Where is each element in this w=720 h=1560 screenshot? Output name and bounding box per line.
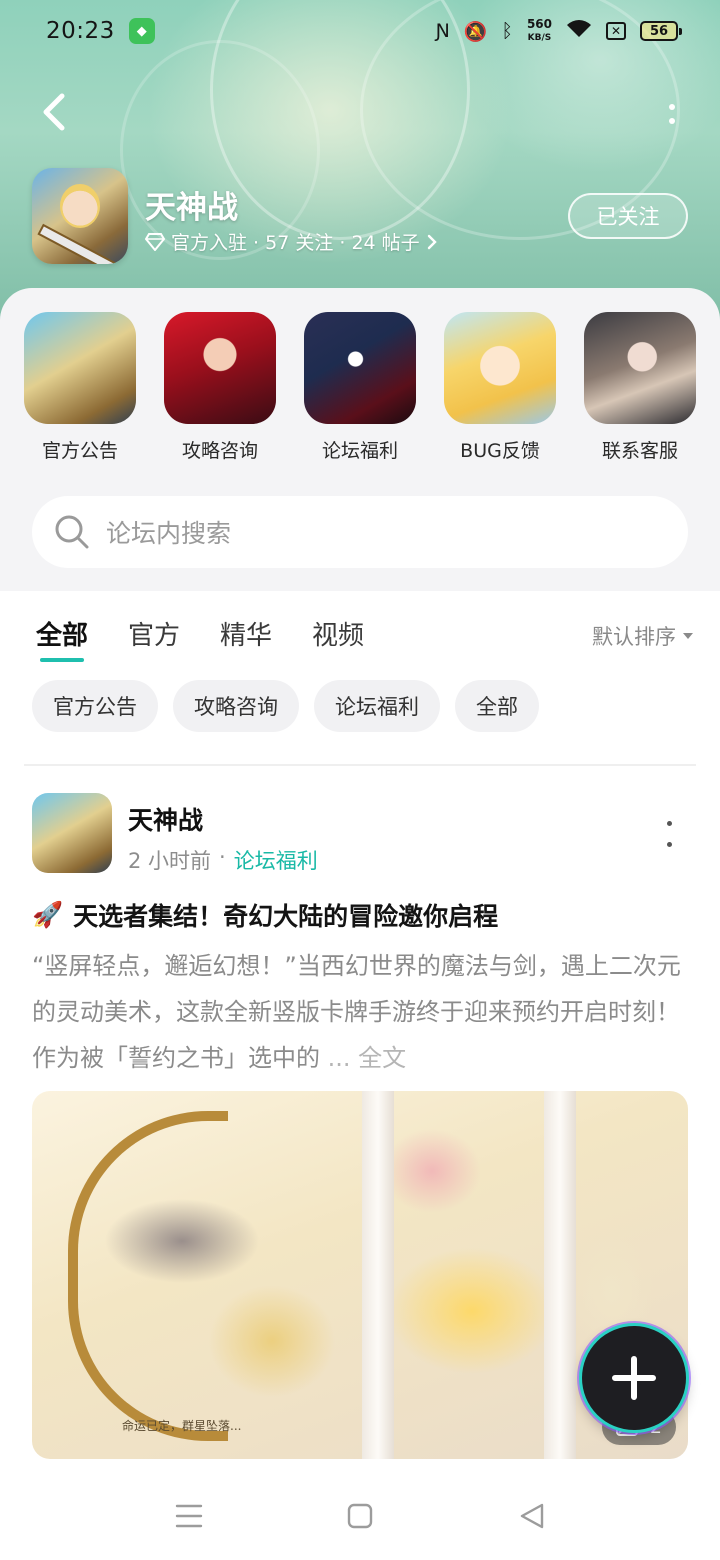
wifi-icon: [566, 19, 592, 44]
home-square-icon: [347, 1503, 373, 1529]
category-label: 联系客服: [601, 440, 678, 462]
net-speed-value: 560: [526, 17, 552, 31]
chip-official-announcement[interactable]: 官方公告: [32, 680, 158, 732]
category-thumbnail: [304, 312, 416, 424]
avatar-art: [40, 226, 124, 264]
post-image-art: [544, 1091, 576, 1459]
category-forum-benefits[interactable]: 论坛福利: [304, 312, 416, 463]
more-icon: [666, 821, 672, 826]
menu-icon: [175, 1504, 203, 1528]
forum-meta-link[interactable]: 官方入驻 · 57 关注 · 24 帖子: [145, 228, 438, 255]
more-icon: [669, 118, 675, 124]
post-excerpt[interactable]: “竖屏轻点，邂逅幻想！”当西幻世界的魔法与剑，遇上二次元的灵动美术，这款全新竖版…: [32, 943, 688, 1081]
read-more-link[interactable]: ... 全文: [328, 1044, 407, 1072]
category-official-announcement[interactable]: 官方公告: [24, 312, 136, 463]
category-label: 攻略咨询: [181, 440, 258, 462]
caret-down-icon: [683, 633, 693, 639]
net-speed: 560 KB/S: [527, 18, 552, 44]
battery-icon: 56: [640, 21, 682, 41]
tab-featured[interactable]: 精华: [220, 615, 272, 652]
sort-label: 默认排序: [592, 625, 676, 649]
post-title-text: 天选者集结！奇幻大陆的冒险邀你启程: [73, 902, 499, 931]
rocket-icon: 🚀: [32, 900, 64, 929]
category-thumbnail: [164, 312, 276, 424]
chip-forum-benefits[interactable]: 论坛福利: [314, 680, 440, 732]
filter-chips: 官方公告 攻略咨询 论坛福利 全部: [32, 680, 539, 732]
more-options-button[interactable]: [658, 94, 686, 134]
tab-official[interactable]: 官方: [128, 615, 180, 652]
bluetooth-icon: ᛒ: [501, 20, 513, 42]
search-icon: [55, 515, 89, 549]
feed-tabs: 全部 官方 精华 视频: [36, 615, 364, 662]
search-placeholder: 论坛内搜索: [106, 519, 232, 548]
tab-video[interactable]: 视频: [312, 615, 364, 652]
forum-avatar: [32, 168, 128, 264]
search-input[interactable]: 论坛内搜索: [32, 496, 688, 568]
avatar-art: [60, 184, 100, 228]
post-author[interactable]: 天神战: [128, 801, 203, 837]
status-icons: Ɲ 🔕 ᛒ 560 KB/S ✕ 56: [435, 18, 682, 44]
status-bar: 20:23 ◆ Ɲ 🔕 ᛒ 560 KB/S ✕ 56: [0, 0, 720, 62]
divider: [24, 764, 696, 766]
sort-dropdown[interactable]: 默认排序: [592, 621, 694, 651]
category-thumbnail: [444, 312, 556, 424]
battery-level: 56: [649, 23, 669, 39]
post-image-art: [68, 1111, 228, 1441]
category-label: 官方公告: [41, 440, 118, 462]
plus-icon: [612, 1356, 656, 1400]
category-customer-service[interactable]: 联系客服: [584, 312, 696, 463]
sim-icon: ✕: [606, 22, 626, 40]
more-icon: [666, 842, 672, 847]
forum-title: 天神战: [145, 190, 238, 226]
post-image-caption: 命运已定，群星坠落...: [122, 1419, 242, 1433]
post-meta: 2 小时前 · 论坛福利: [128, 845, 318, 875]
chip-guides[interactable]: 攻略咨询: [173, 680, 299, 732]
banner-art-decoration: [120, 40, 320, 260]
post-meta-separator: ·: [219, 845, 226, 869]
category-label: BUG反馈: [460, 440, 540, 462]
more-icon: [669, 104, 675, 110]
status-time: 20:23: [46, 18, 115, 44]
forum-meta-text: 官方入驻 · 57 关注 · 24 帖子: [171, 232, 420, 254]
chevron-right-icon: [427, 234, 437, 249]
post-author-avatar[interactable]: [32, 793, 112, 873]
back-icon: [43, 93, 65, 131]
category-label: 论坛福利: [321, 440, 398, 462]
nfc-icon: Ɲ: [435, 20, 450, 42]
post-time: 2 小时前: [128, 849, 212, 873]
menu-button[interactable]: [174, 1501, 204, 1531]
category-guides[interactable]: 攻略咨询: [164, 312, 276, 463]
system-back-button[interactable]: [517, 1501, 547, 1531]
app-notification-icon: ◆: [128, 18, 155, 44]
verified-diamond-icon: [145, 232, 165, 251]
back-triangle-icon: [520, 1503, 544, 1529]
category-list: 官方公告 攻略咨询 论坛福利 BUG反馈 联系客服: [24, 312, 696, 463]
home-button[interactable]: [345, 1501, 375, 1531]
new-post-button[interactable]: [582, 1326, 686, 1430]
category-panel: 官方公告 攻略咨询 论坛福利 BUG反馈 联系客服 论坛内搜索: [0, 288, 720, 591]
post-more-button[interactable]: [664, 821, 674, 847]
category-thumbnail: [24, 312, 136, 424]
follow-button[interactable]: 已关注: [568, 193, 688, 239]
tab-all[interactable]: 全部: [36, 615, 88, 662]
chip-all[interactable]: 全部: [455, 680, 539, 732]
net-speed-unit: KB/S: [527, 33, 552, 43]
forum-banner: 20:23 ◆ Ɲ 🔕 ᛒ 560 KB/S ✕ 56 天神战 官方入驻 · 5…: [0, 0, 720, 330]
mute-icon: 🔕: [463, 20, 488, 43]
post-title[interactable]: 🚀 天选者集结！奇幻大陆的冒险邀你启程: [32, 897, 498, 933]
post-image-art: [362, 1091, 394, 1459]
system-nav-bar: [0, 1471, 720, 1560]
category-bug-report[interactable]: BUG反馈: [444, 312, 556, 463]
category-thumbnail: [584, 312, 696, 424]
post-board-link[interactable]: 论坛福利: [234, 845, 318, 875]
back-button[interactable]: [30, 88, 78, 136]
